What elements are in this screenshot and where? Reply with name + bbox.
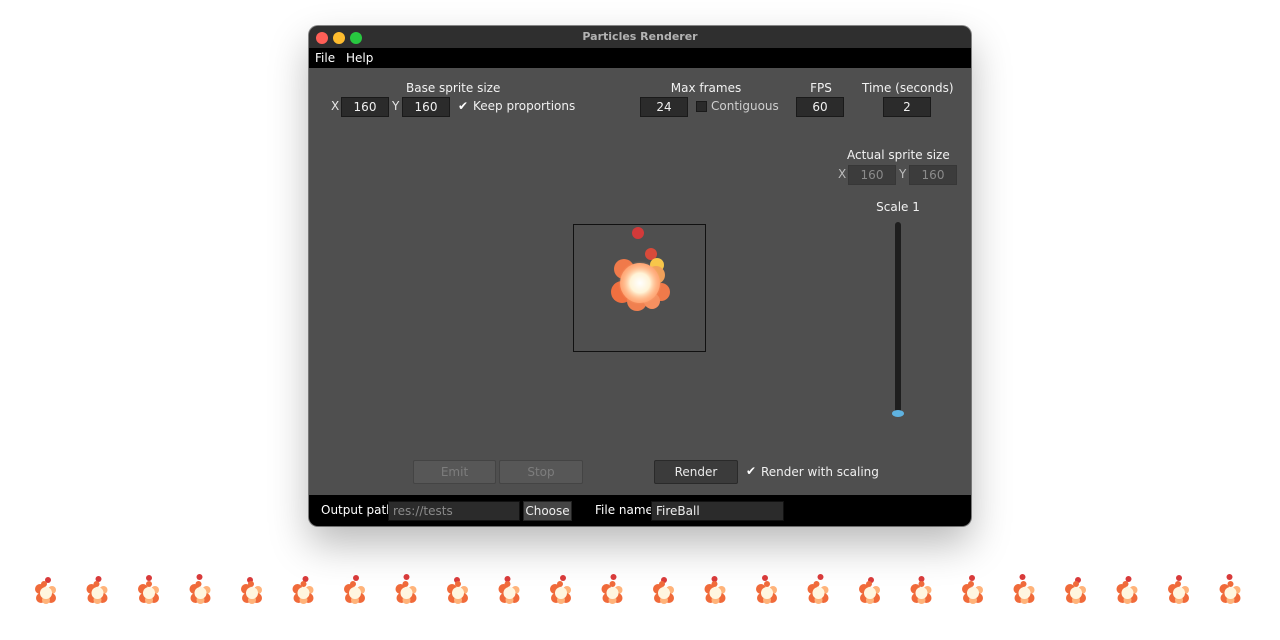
rendered-frame-7 bbox=[344, 575, 365, 604]
emit-button[interactable]: Emit bbox=[413, 460, 496, 484]
window-title: Particles Renderer bbox=[582, 30, 698, 43]
scale-slider-handle[interactable] bbox=[892, 410, 904, 417]
actual-sprite-y-label: Y bbox=[899, 167, 907, 181]
rendered-frame-8 bbox=[395, 574, 417, 604]
rendered-frame-22 bbox=[1116, 576, 1138, 604]
render-with-scaling-label: Render with scaling bbox=[761, 465, 879, 479]
rendered-frame-6 bbox=[292, 576, 314, 604]
actual-sprite-x-label: X bbox=[838, 167, 847, 181]
rendered-frame-14 bbox=[704, 576, 726, 604]
particles-renderer-window: Particles Renderer File Help Base sprite… bbox=[309, 26, 971, 526]
rendered-frame-1 bbox=[35, 577, 56, 604]
rendered-frame-11 bbox=[550, 575, 571, 604]
contiguous-checkbox[interactable] bbox=[696, 101, 707, 112]
rendered-frame-24 bbox=[1219, 574, 1241, 604]
frames-strip-graphic bbox=[35, 574, 1241, 604]
rendered-frame-4 bbox=[189, 574, 211, 604]
output-path-label: Output path bbox=[321, 503, 394, 517]
keep-proportions-label: Keep proportions bbox=[473, 99, 576, 113]
menu-bar: File Help bbox=[309, 48, 971, 68]
rendered-frame-2 bbox=[86, 576, 108, 604]
rendered-frame-18 bbox=[910, 576, 932, 604]
base-sprite-size-label: Base sprite size bbox=[406, 81, 501, 95]
max-frames-label: Max frames bbox=[670, 81, 742, 95]
rendered-frame-21 bbox=[1065, 577, 1086, 604]
menu-help[interactable]: Help bbox=[346, 51, 373, 65]
actual-sprite-size-label: Actual sprite size bbox=[847, 148, 950, 162]
fireball-preview-graphic bbox=[611, 227, 670, 311]
keep-proportions-checkbox[interactable]: ✔ bbox=[458, 100, 469, 112]
title-bar: Particles Renderer bbox=[309, 26, 971, 49]
base-sprite-y-label: Y bbox=[392, 99, 400, 113]
time-seconds-label: Time (seconds) bbox=[862, 81, 954, 95]
fps-input[interactable]: 60 bbox=[796, 97, 844, 117]
scale-slider-track[interactable] bbox=[895, 222, 901, 416]
render-button[interactable]: Render bbox=[654, 460, 738, 484]
rendered-frame-17 bbox=[859, 577, 880, 604]
base-sprite-x-label: X bbox=[331, 99, 340, 113]
output-path-input[interactable]: res://tests bbox=[388, 501, 520, 521]
contiguous-label: Contiguous bbox=[711, 99, 779, 113]
time-seconds-input[interactable]: 2 bbox=[883, 97, 931, 117]
max-frames-input[interactable]: 24 bbox=[640, 97, 688, 117]
scale-label: Scale 1 bbox=[876, 200, 920, 214]
rendered-frame-3 bbox=[138, 575, 159, 604]
rendered-frame-12 bbox=[601, 574, 623, 604]
footer-bar: Output path res://tests Choose File name… bbox=[309, 495, 971, 526]
file-name-label: File name bbox=[595, 503, 653, 517]
particle-preview-canvas bbox=[573, 224, 706, 352]
rendered-frame-19 bbox=[962, 575, 983, 604]
base-sprite-x-input[interactable]: 160 bbox=[341, 97, 389, 117]
rendered-frame-20 bbox=[1013, 574, 1035, 604]
rendered-frame-23 bbox=[1168, 575, 1189, 604]
file-name-input[interactable]: FireBall bbox=[651, 501, 784, 521]
actual-sprite-y-field: 160 bbox=[909, 165, 957, 185]
rendered-frame-16 bbox=[807, 574, 829, 604]
base-sprite-y-input[interactable]: 160 bbox=[402, 97, 450, 117]
rendered-frame-10 bbox=[498, 576, 520, 604]
menu-file[interactable]: File bbox=[315, 51, 335, 65]
rendered-frames-strip bbox=[0, 565, 1280, 615]
choose-button[interactable]: Choose bbox=[523, 501, 572, 521]
rendered-frame-5 bbox=[241, 577, 262, 604]
rendered-frame-13 bbox=[653, 577, 674, 604]
rendered-frame-15 bbox=[756, 575, 777, 604]
fps-label: FPS bbox=[810, 81, 832, 95]
render-with-scaling-checkbox[interactable]: ✔ bbox=[746, 465, 757, 477]
stop-button[interactable]: Stop bbox=[499, 460, 583, 484]
rendered-frame-9 bbox=[447, 577, 468, 604]
actual-sprite-x-field: 160 bbox=[848, 165, 896, 185]
